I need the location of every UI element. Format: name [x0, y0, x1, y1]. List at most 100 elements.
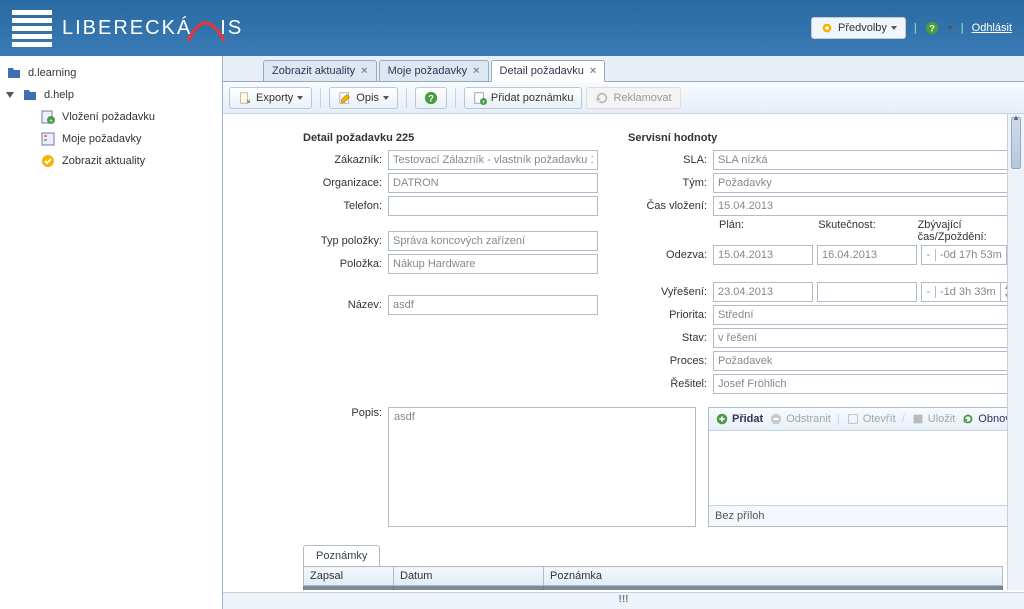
minus-icon[interactable]: - — [922, 249, 936, 261]
opis-button[interactable]: Opis — [329, 87, 398, 109]
field-popis[interactable]: asdf — [388, 407, 696, 527]
sidebar-item-dlearning[interactable]: d.learning — [0, 62, 222, 84]
label-cas-vlozeni: Čas vložení: — [628, 200, 713, 212]
open-icon — [846, 412, 860, 426]
attach-save-button: Uložit — [911, 412, 956, 426]
brand-logo: LIBERECKÁ IS — [12, 10, 243, 47]
field-polozka[interactable] — [388, 254, 598, 274]
attach-open-button: Otevřít — [846, 412, 896, 426]
attach-remove-button: Odstranit — [769, 412, 831, 426]
cell-zapsal: dh_zakaznik — [304, 586, 394, 591]
app-header: LIBERECKÁ IS Předvolby | ? | Odhlásit — [0, 0, 1024, 56]
minus-icon[interactable]: - — [922, 286, 936, 298]
sidebar-item-label: Moje požadavky — [62, 133, 142, 145]
horizontal-scrollbar[interactable] — [223, 592, 1024, 609]
field-proces[interactable] — [713, 351, 1023, 371]
col-zapsal[interactable]: Zapsal — [304, 567, 394, 586]
chevron-down-icon — [383, 96, 389, 100]
note-add-icon: + — [473, 91, 487, 105]
help-icon[interactable]: ? — [925, 21, 939, 35]
reklamovat-button: Reklamovat — [586, 87, 680, 109]
attachments-list — [709, 431, 1022, 505]
edit-icon — [338, 91, 352, 105]
field-vyreseni-plan[interactable] — [713, 282, 813, 302]
field-vyreseni-zbyva[interactable]: - -1d 3h 33m ▲▼ — [921, 282, 1015, 302]
attach-add-button[interactable]: Přidat — [715, 412, 763, 426]
remove-icon — [769, 412, 783, 426]
field-priorita[interactable] — [713, 305, 1023, 325]
col-poznamka[interactable]: Poznámka — [544, 567, 1003, 586]
separator: | — [914, 22, 917, 34]
tab-moje[interactable]: Moje požadavky × — [379, 60, 489, 81]
pridat-poznamku-button[interactable]: + Přidat poznámku — [464, 87, 583, 109]
label-vyreseni: Vyřešení: — [628, 286, 713, 298]
sidebar-item-moje[interactable]: Moje požadavky — [0, 128, 222, 150]
cell-datum: 23.4.2013 11:33:00 — [394, 586, 544, 591]
cell-poznamka: Požadavek sew stále neřeší ! — [544, 586, 1003, 591]
col-datum[interactable]: Datum — [394, 567, 544, 586]
field-sla[interactable] — [713, 150, 1023, 170]
chevron-down-icon[interactable] — [947, 26, 953, 30]
table-row[interactable]: dh_zakaznik 23.4.2013 11:33:00 Požadavek… — [304, 586, 1003, 591]
close-icon[interactable]: × — [473, 65, 479, 77]
expand-icon[interactable] — [6, 92, 14, 98]
svg-text:?: ? — [428, 93, 434, 104]
label-stav: Stav: — [628, 332, 713, 344]
folder-icon — [6, 65, 22, 81]
field-organizace[interactable] — [388, 173, 598, 193]
svg-text:+: + — [482, 99, 486, 105]
prefs-label: Předvolby — [838, 22, 887, 34]
refresh-icon — [595, 91, 609, 105]
label-tym: Tým: — [628, 177, 713, 189]
sidebar-item-aktuality[interactable]: Zobrazit aktuality — [0, 150, 222, 172]
brand-text-prefix: LIBERECKÁ — [62, 17, 192, 40]
tab-aktuality[interactable]: Zobrazit aktuality × — [263, 60, 377, 81]
sidebar-item-vlozeni[interactable]: + Vložení požadavku — [0, 106, 222, 128]
exporty-button[interactable]: Exporty — [229, 87, 312, 109]
logo-bars-icon — [12, 10, 52, 47]
field-odezva-zbyva[interactable]: - -0d 17h 53m ▲▼ — [921, 245, 1021, 265]
tab-detail[interactable]: Detail požadavku × — [491, 60, 606, 82]
field-zakaznik[interactable] — [388, 150, 598, 170]
folder-open-icon — [22, 87, 38, 103]
prefs-button[interactable]: Předvolby — [811, 17, 906, 39]
vertical-scrollbar[interactable] — [1007, 114, 1024, 590]
sidebar-item-dhelp[interactable]: d.help — [0, 84, 222, 106]
field-tym[interactable] — [713, 173, 1023, 193]
svg-text:?: ? — [929, 24, 935, 35]
logout-link[interactable]: Odhlásit — [972, 22, 1012, 34]
field-stav[interactable] — [713, 328, 1023, 348]
label-sla: SLA: — [628, 154, 713, 166]
label-popis: Popis: — [303, 407, 388, 527]
detail-section-title: Detail požadavku 225 — [303, 132, 598, 144]
sidebar-item-label: Zobrazit aktuality — [62, 155, 145, 167]
sidebar-item-label: Vložení požadavku — [62, 111, 155, 123]
label-polozka: Položka: — [303, 258, 388, 270]
field-telefon[interactable] — [388, 196, 598, 216]
button-label: Uložit — [928, 413, 956, 425]
button-label: Reklamovat — [613, 92, 671, 104]
notes-table: Zapsal Datum Poznámka dh_zakaznik 23.4.2… — [303, 566, 1003, 590]
nav-sidebar: d.learning d.help + Vložení požadavku Mo… — [0, 56, 223, 609]
help-icon: ? — [424, 91, 438, 105]
close-icon[interactable]: × — [590, 65, 596, 77]
brand-text-suffix: IS — [220, 17, 243, 40]
gear-icon — [820, 21, 834, 35]
label-zakaznik: Zákazník: — [303, 154, 388, 166]
field-vyreseni-skutecnost[interactable] — [817, 282, 917, 302]
label-typ-polozky: Typ položky: — [303, 235, 388, 247]
notes-tab[interactable]: Poznámky — [303, 545, 380, 566]
field-cas-vlozeni[interactable] — [713, 196, 1023, 216]
help-button[interactable]: ? — [415, 87, 447, 109]
field-odezva-skutecnost[interactable] — [817, 245, 917, 265]
field-odezva-plan[interactable] — [713, 245, 813, 265]
close-icon[interactable]: × — [361, 65, 367, 77]
label-priorita: Priorita: — [628, 309, 713, 321]
field-resitel[interactable] — [713, 374, 1023, 394]
label-odezva: Odezva: — [628, 249, 713, 261]
field-typ-polozky[interactable] — [388, 231, 598, 251]
sidebar-item-label: d.help — [44, 89, 74, 101]
button-label: Opis — [356, 92, 379, 104]
field-nazev[interactable] — [388, 295, 598, 315]
col-plan: Plán: — [719, 219, 814, 243]
